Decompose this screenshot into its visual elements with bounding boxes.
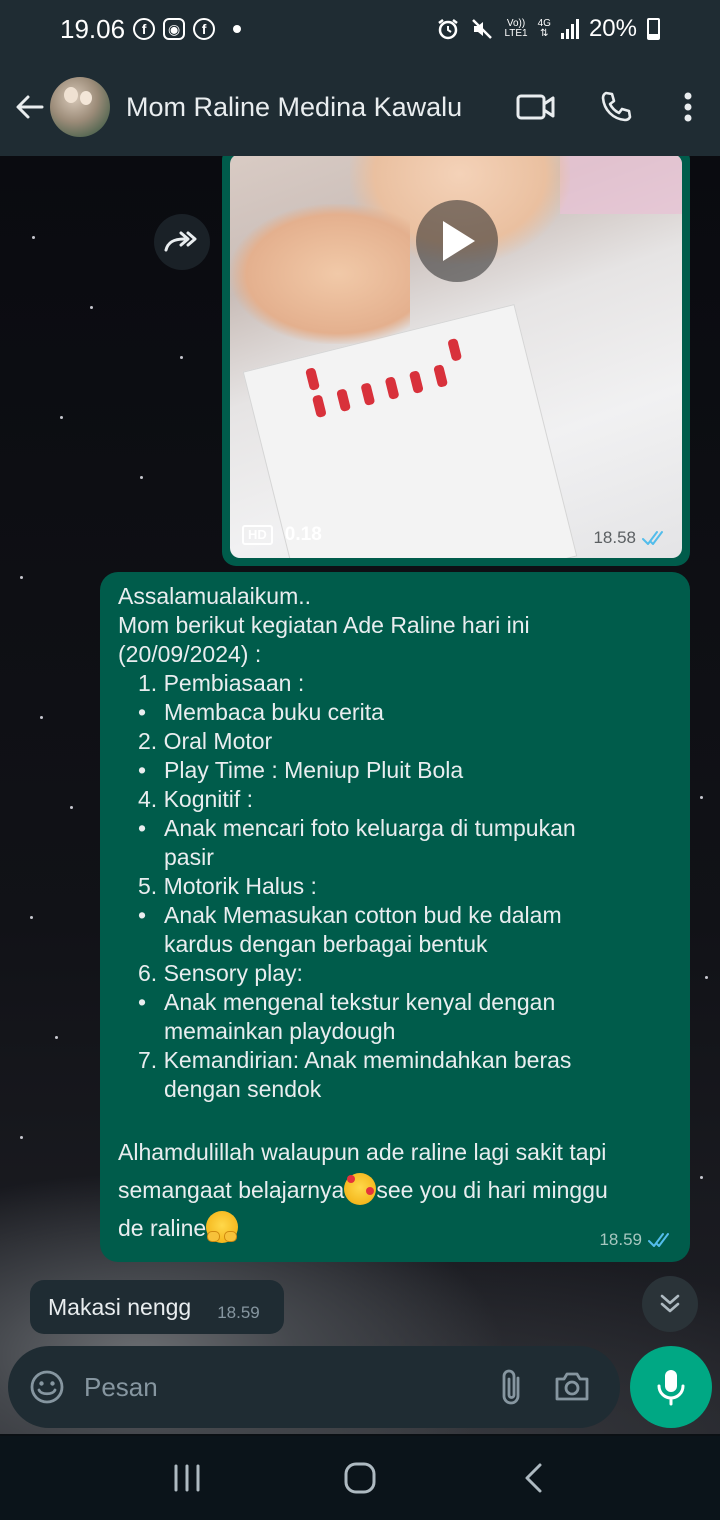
forward-button[interactable] (154, 214, 210, 270)
instagram-icon: ◉ (163, 18, 186, 40)
status-left: 19.06 f ◉ f (60, 13, 242, 45)
video-message-bubble[interactable]: HD 0.18 18.58 (222, 156, 690, 566)
status-time: 19.06 (60, 13, 126, 44)
video-camera-icon (516, 94, 555, 120)
contact-name[interactable]: Mom Raline Medina Kawalu (126, 92, 496, 123)
video-timestamp: 18.58 (593, 528, 668, 548)
attach-button[interactable] (482, 1357, 542, 1417)
hugging-face-icon (206, 1211, 239, 1243)
signal-icon (560, 19, 579, 39)
camera-icon (555, 1372, 589, 1401)
facebook-icon: f (133, 18, 156, 40)
smiling-face-with-hearts-icon (344, 1173, 377, 1205)
contact-avatar[interactable] (50, 77, 110, 137)
message-line: 4. Kognitif : (138, 786, 254, 812)
message-closing: Alhamdulillah walaupun ade raline lagi s… (118, 1139, 608, 1243)
read-ticks-icon (642, 531, 663, 545)
notification-dot-icon (233, 25, 242, 33)
forward-icon (164, 231, 197, 252)
recent-apps-button[interactable] (137, 1436, 237, 1520)
data-type-indicator: 4G ⇅ (537, 18, 551, 39)
system-nav-bar (0, 1436, 720, 1520)
text-message-timestamp: 18.59 (599, 1225, 674, 1254)
video-thumbnail[interactable]: HD 0.18 18.58 (230, 156, 682, 558)
message-line: 5. Motorik Halus : (138, 873, 317, 899)
facebook-icon-2: f (193, 18, 216, 40)
volte-indicator: Vo)) LTE1 (504, 18, 528, 39)
double-chevron-down-icon (660, 1294, 680, 1313)
scroll-to-bottom-button[interactable] (642, 1276, 698, 1332)
hd-badge: HD (242, 525, 273, 545)
emoji-button[interactable] (28, 1357, 66, 1417)
video-call-button[interactable] (496, 58, 576, 156)
home-button[interactable] (310, 1436, 410, 1520)
more-vertical-icon (684, 92, 692, 122)
message-line: Mom berikut kegiatan Ade Raline hari ini (118, 612, 530, 638)
message-line: dengan sendok (164, 1076, 322, 1102)
recent-apps-icon (174, 1464, 200, 1492)
chevron-left-icon (525, 1463, 542, 1493)
more-options-button[interactable] (656, 58, 720, 156)
chat-area[interactable]: HD 0.18 18.58 Assalamualaikum.. Mom beri… (0, 156, 720, 1434)
chat-header: Mom Raline Medina Kawalu (0, 58, 720, 156)
message-line: 7. Kemandirian: Anak memindahkan beras (138, 1047, 572, 1073)
battery-percent: 20% (588, 15, 637, 42)
message-composer (8, 1346, 620, 1428)
message-line: 1. Pembiasaan : (138, 670, 305, 696)
play-icon (443, 221, 475, 261)
bullet-item: • Membaca buku cerita (138, 699, 384, 725)
incoming-message-timestamp: 18.59 (217, 1303, 260, 1322)
system-back-button[interactable] (483, 1436, 583, 1520)
paperclip-icon (502, 1369, 520, 1405)
video-duration: 0.18 (284, 524, 322, 545)
bullet-item: • Play Time : Meniup Pluit Bola (138, 757, 464, 783)
message-line: 6. Sensory play: (138, 960, 303, 986)
bullet-item: • Anak Memasukan cotton bud ke dalam (138, 902, 562, 928)
read-ticks-icon (648, 1232, 669, 1247)
camera-button[interactable] (542, 1357, 602, 1417)
home-icon (344, 1462, 376, 1494)
play-button[interactable] (416, 200, 498, 282)
microphone-icon (657, 1370, 685, 1406)
message-line: pasir (164, 844, 214, 870)
battery-icon (647, 18, 660, 40)
status-right: Vo)) LTE1 4G ⇅ 20% (436, 15, 660, 43)
message-input[interactable] (84, 1371, 482, 1403)
voice-message-button[interactable] (630, 1346, 712, 1428)
back-arrow-icon (16, 95, 44, 119)
bullet-item: • Anak mengenal tekstur kenyal dengan (138, 989, 556, 1015)
emoji-icon (30, 1370, 64, 1404)
phone-icon (601, 91, 632, 122)
message-line: kardus dengan berbagai bentuk (164, 931, 488, 957)
text-message-bubble[interactable]: Assalamualaikum.. Mom berikut kegiatan A… (100, 572, 690, 1262)
video-meta: HD 0.18 (242, 524, 322, 546)
message-line: Assalamualaikum.. (118, 583, 312, 609)
message-line: 2. Oral Motor (138, 728, 273, 754)
incoming-message-bubble[interactable]: Makasi nengg 18.59 (30, 1280, 284, 1334)
incoming-message-text: Makasi nengg (48, 1293, 192, 1320)
bullet-item: • Anak mencari foto keluarga di tumpukan (138, 815, 576, 841)
message-line: (20/09/2024) : (118, 641, 262, 667)
message-line: memainkan playdough (164, 1018, 396, 1044)
voice-call-button[interactable] (576, 58, 656, 156)
mute-icon (472, 19, 493, 39)
status-bar: 19.06 f ◉ f Vo)) LTE1 4G ⇅ 20% (0, 0, 720, 58)
alarm-icon (438, 19, 459, 40)
